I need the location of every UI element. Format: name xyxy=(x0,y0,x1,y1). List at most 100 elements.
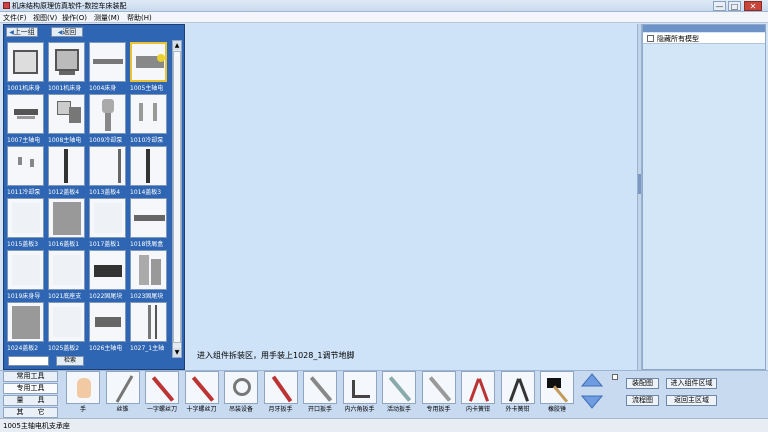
menu-measure[interactable]: 测量(M) xyxy=(94,13,120,23)
tool-label: 橡胶锤 xyxy=(547,406,566,413)
part-shape xyxy=(155,305,157,339)
part-thumbnail[interactable]: 1005主轴电 xyxy=(130,42,167,92)
scroll-down-icon[interactable]: ▼ xyxy=(173,348,181,357)
back-main-area-button[interactable]: 返回主区域 xyxy=(666,395,717,406)
part-shape xyxy=(95,317,121,327)
part-thumbnail[interactable]: 1004床身 xyxy=(89,42,126,92)
part-shape xyxy=(53,202,81,235)
menu-view[interactable]: 视图(V) xyxy=(33,13,57,23)
part-thumbnail[interactable]: 1022固尾块 xyxy=(89,250,126,300)
close-button[interactable]: ✕ xyxy=(744,1,762,11)
part-thumbnail[interactable]: 1015盖板3 xyxy=(7,198,44,248)
part-thumbnail[interactable]: 1008主轴电 xyxy=(48,94,85,144)
panel-flat-icon xyxy=(89,198,126,238)
part-thumbnail[interactable]: 1019床身导 xyxy=(7,250,44,300)
adjustable-wrench-icon xyxy=(382,371,416,404)
window-title-text: 机床结构原理仿真软件-数控车床装配 xyxy=(12,2,127,10)
part-thumbnail-label: 1011冷却泵 xyxy=(7,189,41,196)
part-thumbnail[interactable]: 1009冷却泵 xyxy=(89,94,126,144)
option-checkbox[interactable] xyxy=(612,374,618,380)
hide-all-row[interactable]: 隐藏所有模型 xyxy=(643,33,765,44)
part-thumbnail-label: 1016盖板1 xyxy=(48,241,80,248)
tool-button[interactable]: 丝锥 xyxy=(105,371,142,415)
tool-button[interactable]: 十字螺丝刀 xyxy=(184,371,221,415)
part-thumbnail[interactable]: 1011冷却泵 xyxy=(7,146,44,196)
collapse-arrow-icon[interactable] xyxy=(638,174,641,194)
tool-button[interactable]: 开口扳手 xyxy=(303,371,339,415)
tab-measuring-tools[interactable]: 量 具 xyxy=(3,395,58,406)
part-thumbnail[interactable]: 1001机床身 xyxy=(48,42,85,92)
hide-all-checkbox[interactable] xyxy=(647,35,654,42)
part-shape xyxy=(18,157,22,165)
search-input[interactable] xyxy=(8,356,49,366)
tool-button[interactable]: 活动扳手 xyxy=(382,371,418,415)
tool-button[interactable]: 手 xyxy=(66,371,102,415)
menu-help[interactable]: 帮助(H) xyxy=(127,13,152,23)
tool-label: 内卡簧钳 xyxy=(465,406,490,413)
part-thumbnail[interactable]: 1007主轴电 xyxy=(7,94,44,144)
part-thumbnail[interactable]: 1025盖板2 xyxy=(48,302,85,352)
part-thumbnail[interactable]: 1014盖板3 xyxy=(130,146,167,196)
part-thumbnail[interactable]: 1017盖板1 xyxy=(89,198,126,248)
part-shape xyxy=(14,109,38,115)
tool-button[interactable]: 橡胶锤 xyxy=(540,371,576,415)
part-library-panel: ◀上一组 ◀返回 1001机床身 1001机床身 1004床身 1005主轴电 1007… xyxy=(3,24,185,370)
panel-flat-icon xyxy=(48,250,85,290)
scroll-tools-down-icon[interactable] xyxy=(581,395,603,409)
tab-special-tools[interactable]: 专用工具 xyxy=(3,383,58,394)
part-thumbnail[interactable]: 1018铁屑盒 xyxy=(130,198,167,248)
part-thumbnail[interactable]: 1013盖板4 xyxy=(89,146,126,196)
part-thumbnail-label: 1026主轴电 xyxy=(89,345,123,352)
part-shape xyxy=(17,116,35,119)
tool-button[interactable]: 内卡簧钳 xyxy=(461,371,497,415)
part-thumbnail[interactable]: 1016盖板1 xyxy=(48,198,85,248)
tool-button[interactable]: 专用扳手 xyxy=(421,371,458,415)
menu-file[interactable]: 文件(F) xyxy=(3,13,27,23)
tool-shape xyxy=(517,378,529,402)
enter-component-area-button[interactable]: 进入组件区域 xyxy=(666,378,717,389)
status-bar: 1005主轴电机支承座 xyxy=(0,418,768,432)
tool-shape xyxy=(271,375,292,403)
motor-mount-icon xyxy=(130,42,167,82)
part-thumbnail[interactable]: 1012盖板4 xyxy=(48,146,85,196)
part-thumbnail[interactable]: 1026主轴电 xyxy=(89,302,126,352)
assembly-workspace[interactable]: 进入组件拆装区，用手装上1028_1调节地脚 xyxy=(186,24,638,370)
maximize-button[interactable]: □ xyxy=(728,1,741,11)
part-thumbnail[interactable]: 1023固尾块 xyxy=(130,250,167,300)
panel-edge-icon xyxy=(89,146,126,186)
tab-others[interactable]: 其 它 xyxy=(3,407,58,418)
scroll-tools-up-icon[interactable] xyxy=(581,373,603,387)
back-button[interactable]: ◀返回 xyxy=(51,27,83,37)
scroll-up-icon[interactable]: ▲ xyxy=(173,41,181,50)
tool-label: 外卡簧钳 xyxy=(505,406,530,413)
part-thumbnail[interactable]: 1027_1主轴 xyxy=(130,302,167,352)
search-button[interactable]: 检索 xyxy=(56,356,84,366)
tool-button[interactable]: 内六角扳手 xyxy=(342,371,379,415)
assembly-drawing-button[interactable]: 装配图 xyxy=(626,378,659,389)
part-shape xyxy=(139,255,149,285)
menu-operation[interactable]: 操作(O) xyxy=(62,13,87,23)
thumbnail-scrollbar[interactable]: ▲ ▼ xyxy=(172,40,182,358)
part-thumbnail[interactable]: 1024盖板2 xyxy=(7,302,44,352)
part-thumbnail-label: 1018铁屑盒 xyxy=(130,241,164,248)
tool-button[interactable]: 吊装设备 xyxy=(224,371,260,415)
tab-common-tools[interactable]: 常用工具 xyxy=(3,371,58,382)
tool-button[interactable]: 一字螺丝刀 xyxy=(145,371,181,415)
tool-shape xyxy=(115,375,133,403)
part-shape xyxy=(12,306,40,339)
tool-button[interactable]: 外卡簧钳 xyxy=(500,371,537,415)
tool-button[interactable]: 月牙扳手 xyxy=(263,371,300,415)
rail-icon xyxy=(89,42,126,82)
prev-group-button[interactable]: ◀上一组 xyxy=(6,27,38,37)
flow-chart-button[interactable]: 流程图 xyxy=(626,395,659,406)
part-thumbnail[interactable]: 1010冷却泵 xyxy=(130,94,167,144)
part-shape xyxy=(12,203,40,233)
tool-shape xyxy=(233,378,251,396)
part-thumbnail[interactable]: 1001机床身 xyxy=(7,42,44,92)
part-thumbnail[interactable]: 1021底座支 xyxy=(48,250,85,300)
tool-toolbar: 常用工具 专用工具 量 具 其 它 手 丝锥 一字螺丝刀 十字螺丝刀 吊装设备 月牙扳手 开… xyxy=(0,370,768,418)
hook-spanner-icon xyxy=(263,371,298,404)
minimize-button[interactable]: — xyxy=(713,1,726,11)
flat-screwdriver-icon xyxy=(145,371,179,404)
scroll-thumb[interactable] xyxy=(173,51,181,343)
